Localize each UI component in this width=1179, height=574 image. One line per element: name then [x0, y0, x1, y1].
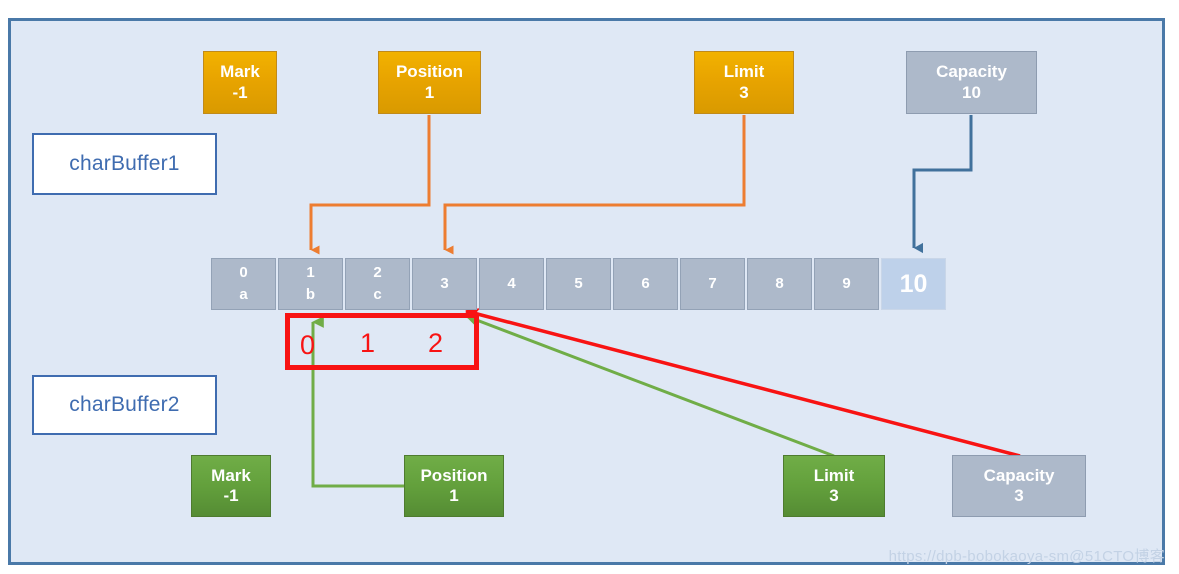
buffer-cell-1-char: b — [305, 286, 316, 303]
top-attr-position-value: 1 — [424, 82, 435, 102]
buffer-cell-1-index: 1 — [306, 264, 315, 282]
buffer-cell-8-index: 8 — [775, 275, 784, 293]
bottom-attr-mark-label: Mark — [211, 465, 251, 485]
buffer-name-charbuffer1-label: charBuffer1 — [69, 152, 180, 175]
bottom-attr-position[interactable]: Position 1 — [404, 455, 504, 517]
buffer-cell-6-index: 6 — [641, 275, 650, 293]
buffer-cell-5-index: 5 — [574, 275, 583, 293]
buffer-cell-9-index: 9 — [842, 275, 851, 293]
buffer-cell-1[interactable]: 1 b — [278, 258, 343, 310]
buffer-strip: 0 a 1 b 2 c 3 4 5 6 7 8 9 10 — [211, 258, 946, 310]
buffer-cell-7[interactable]: 7 — [680, 258, 745, 310]
top-attr-limit-value: 3 — [739, 82, 749, 102]
buffer-cell-2[interactable]: 2 c — [345, 258, 410, 310]
bottom-attr-capacity-value: 3 — [1014, 486, 1024, 505]
buffer-cell-6[interactable]: 6 — [613, 258, 678, 310]
bottom-attr-limit[interactable]: Limit 3 — [783, 455, 885, 517]
top-attr-limit-label: Limit — [723, 62, 765, 82]
buffer-cell-0[interactable]: 0 a — [211, 258, 276, 310]
slice-index-0: 0 — [300, 330, 316, 360]
top-attr-capacity-value: 10 — [962, 82, 981, 102]
bottom-attr-position-label: Position — [420, 465, 488, 485]
buffer-cell-2-index: 2 — [373, 264, 382, 282]
buffer-capacity-marker-value: 10 — [899, 269, 928, 298]
top-attr-mark-label: Mark — [220, 62, 260, 82]
buffer-name-charbuffer2-label: charBuffer2 — [69, 393, 180, 416]
bottom-attr-position-value: 1 — [449, 486, 459, 505]
top-attr-capacity-label: Capacity — [936, 62, 1007, 82]
top-attr-limit[interactable]: Limit 3 — [694, 51, 794, 114]
buffer-cell-4[interactable]: 4 — [479, 258, 544, 310]
bottom-attr-mark-value: -1 — [223, 486, 239, 505]
buffer-cell-5[interactable]: 5 — [546, 258, 611, 310]
slice-index-2: 2 — [428, 328, 444, 358]
diagram-stage: Mark -1 Position 1 Limit 3 Capacity 10 c… — [0, 0, 1179, 574]
buffer-cell-7-index: 7 — [708, 275, 717, 293]
buffer-capacity-marker[interactable]: 10 — [881, 258, 946, 310]
buffer-cell-8[interactable]: 8 — [747, 258, 812, 310]
bottom-attr-limit-value: 3 — [829, 486, 839, 505]
buffer-name-charbuffer2[interactable]: charBuffer2 — [32, 375, 217, 435]
buffer-cell-0-char: a — [239, 286, 248, 303]
top-attr-capacity[interactable]: Capacity 10 — [906, 51, 1037, 114]
top-attr-mark[interactable]: Mark -1 — [203, 51, 277, 114]
buffer-cell-9[interactable]: 9 — [814, 258, 879, 310]
buffer-cell-0-index: 0 — [239, 264, 248, 282]
buffer-cell-3-index: 3 — [440, 275, 449, 293]
buffer-cell-3[interactable]: 3 — [412, 258, 477, 310]
bottom-attr-mark[interactable]: Mark -1 — [191, 455, 271, 517]
top-attr-position[interactable]: Position 1 — [378, 51, 481, 114]
buffer-cell-4-index: 4 — [507, 275, 516, 293]
buffer-cell-2-char: c — [373, 286, 382, 303]
buffer-name-charbuffer1[interactable]: charBuffer1 — [32, 133, 217, 195]
slice-index-1: 1 — [360, 328, 376, 358]
watermark: https://dpb-bobokaoya-sm@51CTO博客 — [888, 548, 1165, 565]
bottom-attr-limit-label: Limit — [813, 465, 855, 485]
bottom-attr-capacity-label: Capacity — [983, 465, 1055, 485]
bottom-attr-capacity[interactable]: Capacity 3 — [952, 455, 1086, 517]
top-attr-position-label: Position — [395, 62, 464, 82]
top-attr-mark-value: -1 — [232, 82, 248, 102]
